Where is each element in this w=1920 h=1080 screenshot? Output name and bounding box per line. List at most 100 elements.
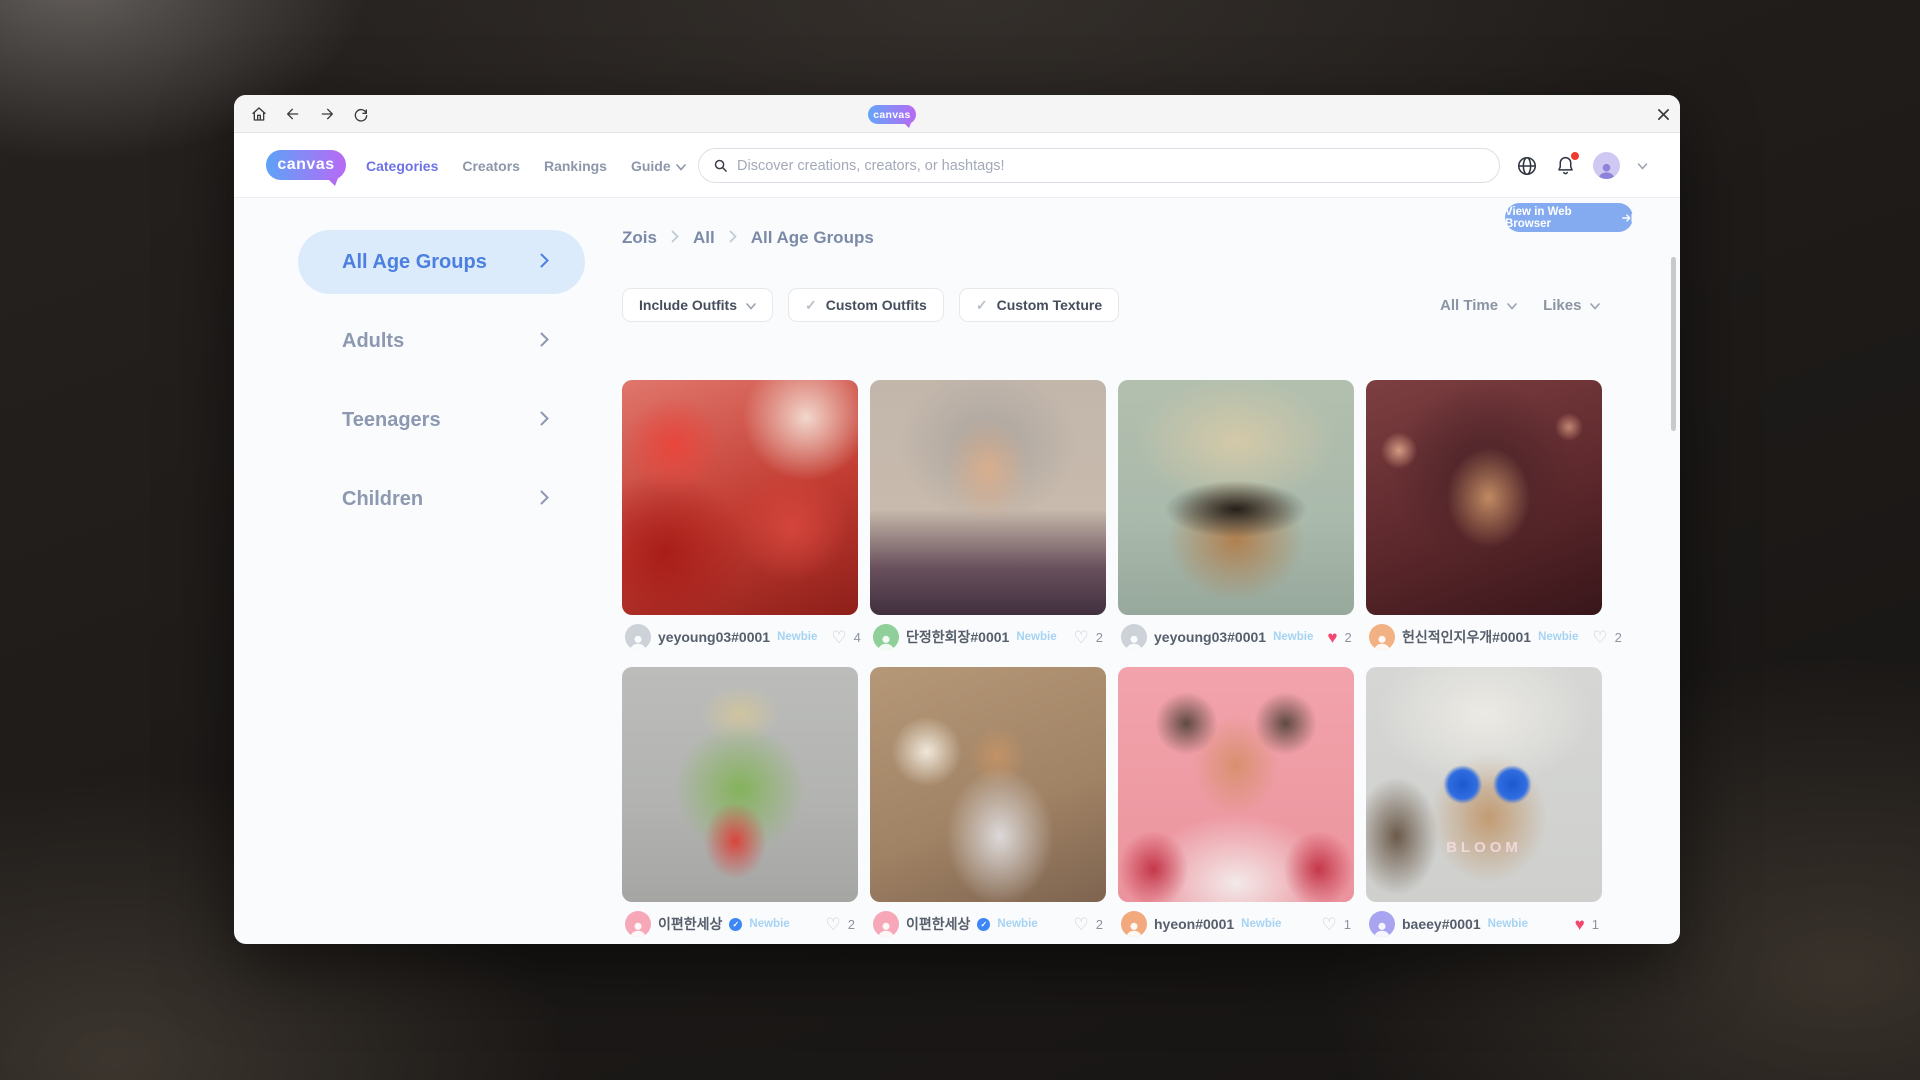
creator-badge: Newbie <box>997 918 1037 930</box>
home-button[interactable] <box>246 101 272 127</box>
nav-guide-label: Guide <box>631 158 671 174</box>
creation-card[interactable]: 이편한세상 ✓ Newbie ♡ 2 <box>870 667 1106 937</box>
forward-button[interactable] <box>314 101 340 127</box>
titlebar-logo: canvas <box>868 105 916 124</box>
creation-image[interactable] <box>622 380 858 615</box>
sort-controls: All Time Likes <box>1440 288 1600 322</box>
creator-avatar[interactable] <box>873 624 899 650</box>
profile-button[interactable] <box>1593 152 1620 179</box>
creator-avatar[interactable] <box>1121 624 1147 650</box>
creation-card[interactable]: hyeon#0001 ✓ Newbie ♡ 1 <box>1118 667 1354 937</box>
close-icon <box>1657 108 1670 121</box>
creator-avatar[interactable] <box>625 911 651 937</box>
creation-card[interactable]: yeyoung03#0001 ✓ Newbie ♡ 4 <box>622 380 858 650</box>
creation-card[interactable]: BLOOM baeey#0001 ✓ Newbie ♥ 1 <box>1366 667 1602 937</box>
avatar <box>1593 152 1620 179</box>
sidebar-item-all-age-groups[interactable]: All Age Groups <box>298 230 585 294</box>
breadcrumb-all[interactable]: All <box>693 228 715 248</box>
card-meta: 헌신적인지우개#0001 ✓ Newbie ♡ 2 <box>1366 624 1602 650</box>
creator-username[interactable]: 헌신적인지우개#0001 <box>1402 627 1531 647</box>
nav-guide[interactable]: Guide <box>631 158 686 174</box>
like-button[interactable]: ♥ <box>1327 629 1337 646</box>
creation-card[interactable]: 단정한회장#0001 ✓ Newbie ♡ 2 <box>870 380 1106 650</box>
sort-by-dropdown[interactable]: Likes <box>1543 297 1600 314</box>
creator-avatar[interactable] <box>1369 911 1395 937</box>
creator-username[interactable]: 이편한세상 <box>906 914 970 934</box>
external-arrow-icon <box>1622 213 1633 223</box>
back-button[interactable] <box>280 101 306 127</box>
include-outfits-dropdown[interactable]: Include Outfits <box>622 288 773 322</box>
refresh-button[interactable] <box>348 101 374 127</box>
nav-creators[interactable]: Creators <box>462 158 520 174</box>
sidebar-item-teenagers[interactable]: Teenagers <box>298 388 585 452</box>
search-bar[interactable] <box>698 148 1500 183</box>
creation-image[interactable] <box>1118 380 1354 615</box>
window-titlebar: canvas <box>234 95 1680 133</box>
back-icon <box>285 106 301 122</box>
like-count: 2 <box>848 917 855 932</box>
creator-avatar[interactable] <box>1121 911 1147 937</box>
creation-image[interactable] <box>870 667 1106 902</box>
creator-badge: Newbie <box>1016 631 1056 643</box>
creation-card[interactable]: yeyoung03#0001 ✓ Newbie ♥ 2 <box>1118 380 1354 650</box>
check-icon: ✓ <box>805 297 817 314</box>
like-button[interactable]: ♥ <box>1575 916 1585 933</box>
creator-username[interactable]: yeyoung03#0001 <box>658 629 770 645</box>
creator-badge: Newbie <box>1488 918 1528 930</box>
home-icon <box>251 106 267 122</box>
sidebar-item-children[interactable]: Children <box>298 467 585 531</box>
close-button[interactable] <box>1650 101 1676 127</box>
view-in-web-browser-button[interactable]: View in Web Browser <box>1505 203 1633 232</box>
creation-image[interactable] <box>1118 667 1354 902</box>
canvas-logo[interactable]: canvas <box>266 150 346 180</box>
creation-image[interactable] <box>622 667 858 902</box>
time-range-dropdown[interactable]: All Time <box>1440 297 1517 314</box>
like-button[interactable]: ♡ <box>826 916 841 933</box>
chevron-down-icon[interactable] <box>1637 157 1648 175</box>
canvas-logo-text: canvas <box>277 156 334 174</box>
creation-card[interactable]: 헌신적인지우개#0001 ✓ Newbie ♡ 2 <box>1366 380 1602 650</box>
chevron-right-icon <box>540 251 549 274</box>
creator-avatar[interactable] <box>1369 624 1395 650</box>
scrollbar-thumb[interactable] <box>1671 257 1676 431</box>
creator-badge: Newbie <box>1273 631 1313 643</box>
creator-username[interactable]: yeyoung03#0001 <box>1154 629 1266 645</box>
custom-texture-toggle[interactable]: ✓ Custom Texture <box>959 288 1119 322</box>
creator-username[interactable]: hyeon#0001 <box>1154 916 1234 932</box>
language-button[interactable] <box>1516 155 1538 177</box>
card-meta: yeyoung03#0001 ✓ Newbie ♡ 4 <box>622 624 858 650</box>
chevron-right-icon <box>671 228 679 248</box>
card-meta: baeey#0001 ✓ Newbie ♥ 1 <box>1366 911 1602 937</box>
check-icon: ✓ <box>976 297 988 314</box>
like-button[interactable]: ♡ <box>1322 916 1337 933</box>
chevron-right-icon <box>540 409 549 432</box>
nav-categories[interactable]: Categories <box>366 158 438 174</box>
creation-image[interactable] <box>1366 380 1602 615</box>
image-text: BLOOM <box>1366 839 1602 856</box>
nav-rankings[interactable]: Rankings <box>544 158 607 174</box>
like-button[interactable]: ♡ <box>1074 916 1089 933</box>
like-button[interactable]: ♡ <box>831 629 846 646</box>
like-button[interactable]: ♡ <box>1074 629 1089 646</box>
like-button[interactable]: ♡ <box>1592 629 1607 646</box>
creation-image[interactable]: BLOOM <box>1366 667 1602 902</box>
creation-card[interactable]: 이편한세상 ✓ Newbie ♡ 2 <box>622 667 858 937</box>
breadcrumb-zois[interactable]: Zois <box>622 228 657 248</box>
sidebar-item-adults[interactable]: Adults <box>298 309 585 373</box>
view-in-web-browser-label: View in Web Browser <box>1505 206 1616 230</box>
creator-username[interactable]: 단정한회장#0001 <box>906 627 1009 647</box>
creation-image[interactable] <box>870 380 1106 615</box>
creator-badge: Newbie <box>1241 918 1281 930</box>
creator-avatar[interactable] <box>873 911 899 937</box>
creator-avatar[interactable] <box>625 624 651 650</box>
search-input[interactable] <box>737 158 1485 174</box>
creator-username[interactable]: 이편한세상 <box>658 914 722 934</box>
like-count: 4 <box>854 630 861 645</box>
header-actions <box>1516 133 1648 198</box>
notifications-button[interactable] <box>1555 155 1576 176</box>
chevron-down-icon <box>1590 297 1600 314</box>
breadcrumb-all-age-groups[interactable]: All Age Groups <box>751 228 874 248</box>
custom-outfits-toggle[interactable]: ✓ Custom Outfits <box>788 288 944 322</box>
creator-username[interactable]: baeey#0001 <box>1402 916 1481 932</box>
sort-by-label: Likes <box>1543 297 1581 314</box>
